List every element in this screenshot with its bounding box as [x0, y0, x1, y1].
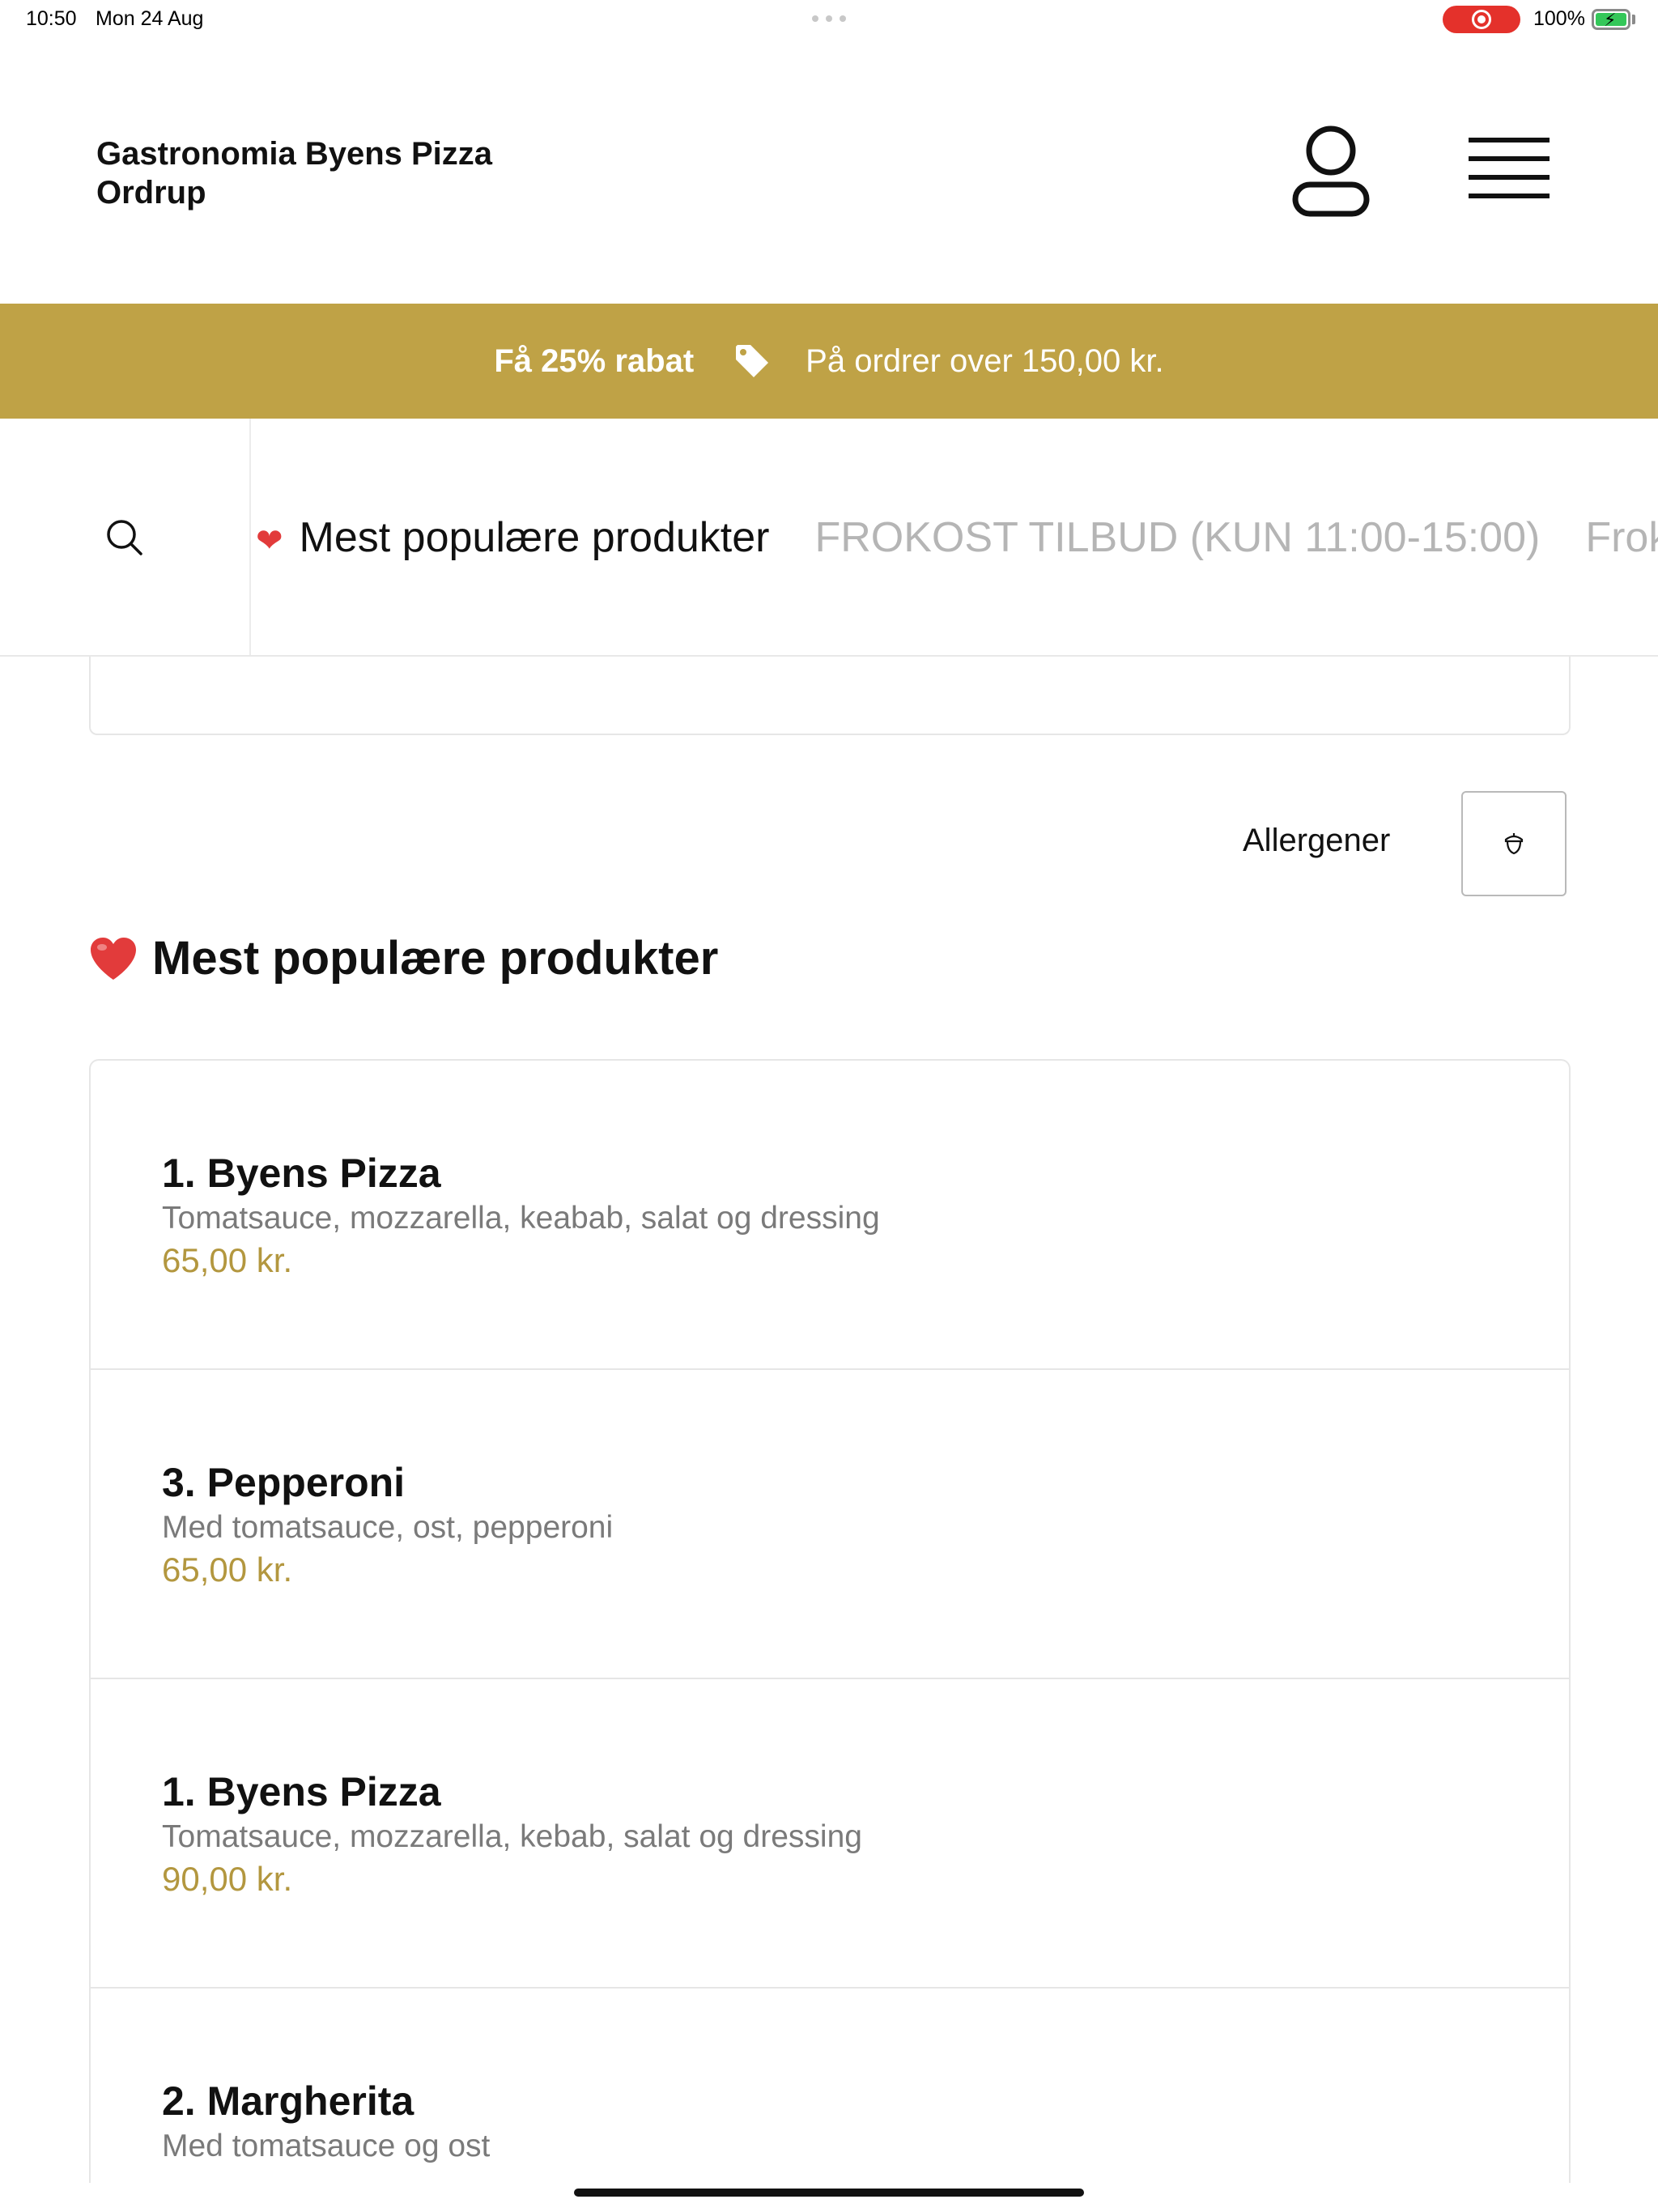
restaurant-name: Gastronomia Byens Pizza Ordrup — [96, 136, 493, 211]
category-tabs: ❤ Mest populære produkter FROKOST TILBUD … — [251, 419, 1658, 655]
hamburger-menu-icon[interactable] — [1464, 130, 1554, 211]
tab-mest-populaere[interactable]: ❤ Mest populære produkter — [251, 513, 792, 562]
product-description: Tomatsauce, mozzarella, keabab, salat og… — [162, 1201, 880, 1236]
promo-banner[interactable]: Få 25% rabat På ordrer over 150,00 kr. — [0, 304, 1658, 419]
acorn-icon — [1504, 833, 1524, 855]
battery-percent: 100% — [1533, 7, 1585, 30]
search-icon — [107, 520, 142, 555]
product-price: 65,00 kr. — [162, 1551, 293, 1589]
allergens-label: Allergener — [1243, 823, 1391, 858]
red-heart-emoji — [91, 937, 136, 980]
heart-icon: ❤ — [256, 523, 283, 559]
battery-charging-icon: ⚡ — [1592, 9, 1630, 30]
promo-headline: Få 25% rabat — [494, 342, 695, 379]
tab-frokost[interactable]: Frokos — [1562, 513, 1658, 562]
user-icon[interactable] — [1289, 125, 1373, 219]
multitasking-dots-icon[interactable] — [812, 15, 846, 22]
section-title-text: Mest populære produkter — [152, 932, 719, 985]
section-title: Mest populære produkter — [89, 931, 718, 985]
product-item[interactable]: 1. Byens Pizza Tomatsauce, mozzarella, k… — [91, 1061, 1569, 1370]
product-item[interactable]: 1. Byens Pizza Tomatsauce, mozzarella, k… — [91, 1679, 1569, 1989]
product-price: 90,00 kr. — [162, 1860, 293, 1898]
product-name: 1. Byens Pizza — [162, 1151, 441, 1196]
product-name: 2. Margherita — [162, 2078, 414, 2124]
status-time: 10:50 — [26, 7, 77, 30]
product-item[interactable]: 3. Pepperoni Med tomatsauce, ost, pepper… — [91, 1370, 1569, 1679]
product-price: 65,00 kr. — [162, 1241, 293, 1279]
search-button[interactable] — [0, 419, 251, 655]
product-description: Tomatsauce, mozzarella, kebab, salat og … — [162, 1819, 862, 1854]
home-indicator[interactable] — [574, 2189, 1084, 2197]
product-list: 1. Byens Pizza Tomatsauce, mozzarella, k… — [89, 1059, 1571, 2183]
tab-frokost-tilbud[interactable]: FROKOST TILBUD (KUN 11:00-15:00) — [792, 513, 1562, 562]
status-date: Mon 24 Aug — [96, 7, 204, 30]
product-name: 3. Pepperoni — [162, 1460, 406, 1505]
product-description: Med tomatsauce og ost — [162, 2129, 491, 2163]
tag-icon — [733, 342, 772, 381]
category-nav: ❤ Mest populære produkter FROKOST TILBUD … — [0, 419, 1658, 657]
screen-recording-icon[interactable] — [1443, 6, 1520, 33]
product-name: 1. Byens Pizza — [162, 1769, 441, 1814]
battery-cap — [1632, 15, 1635, 24]
status-bar: 10:50 Mon 24 Aug 100% ⚡ — [0, 0, 1658, 39]
product-item[interactable]: 2. Margherita Med tomatsauce og ost — [91, 1989, 1569, 2183]
promo-detail: På ordrer over 150,00 kr. — [806, 342, 1164, 379]
allergens-button[interactable] — [1461, 791, 1567, 896]
product-description: Med tomatsauce, ost, pepperoni — [162, 1510, 614, 1545]
